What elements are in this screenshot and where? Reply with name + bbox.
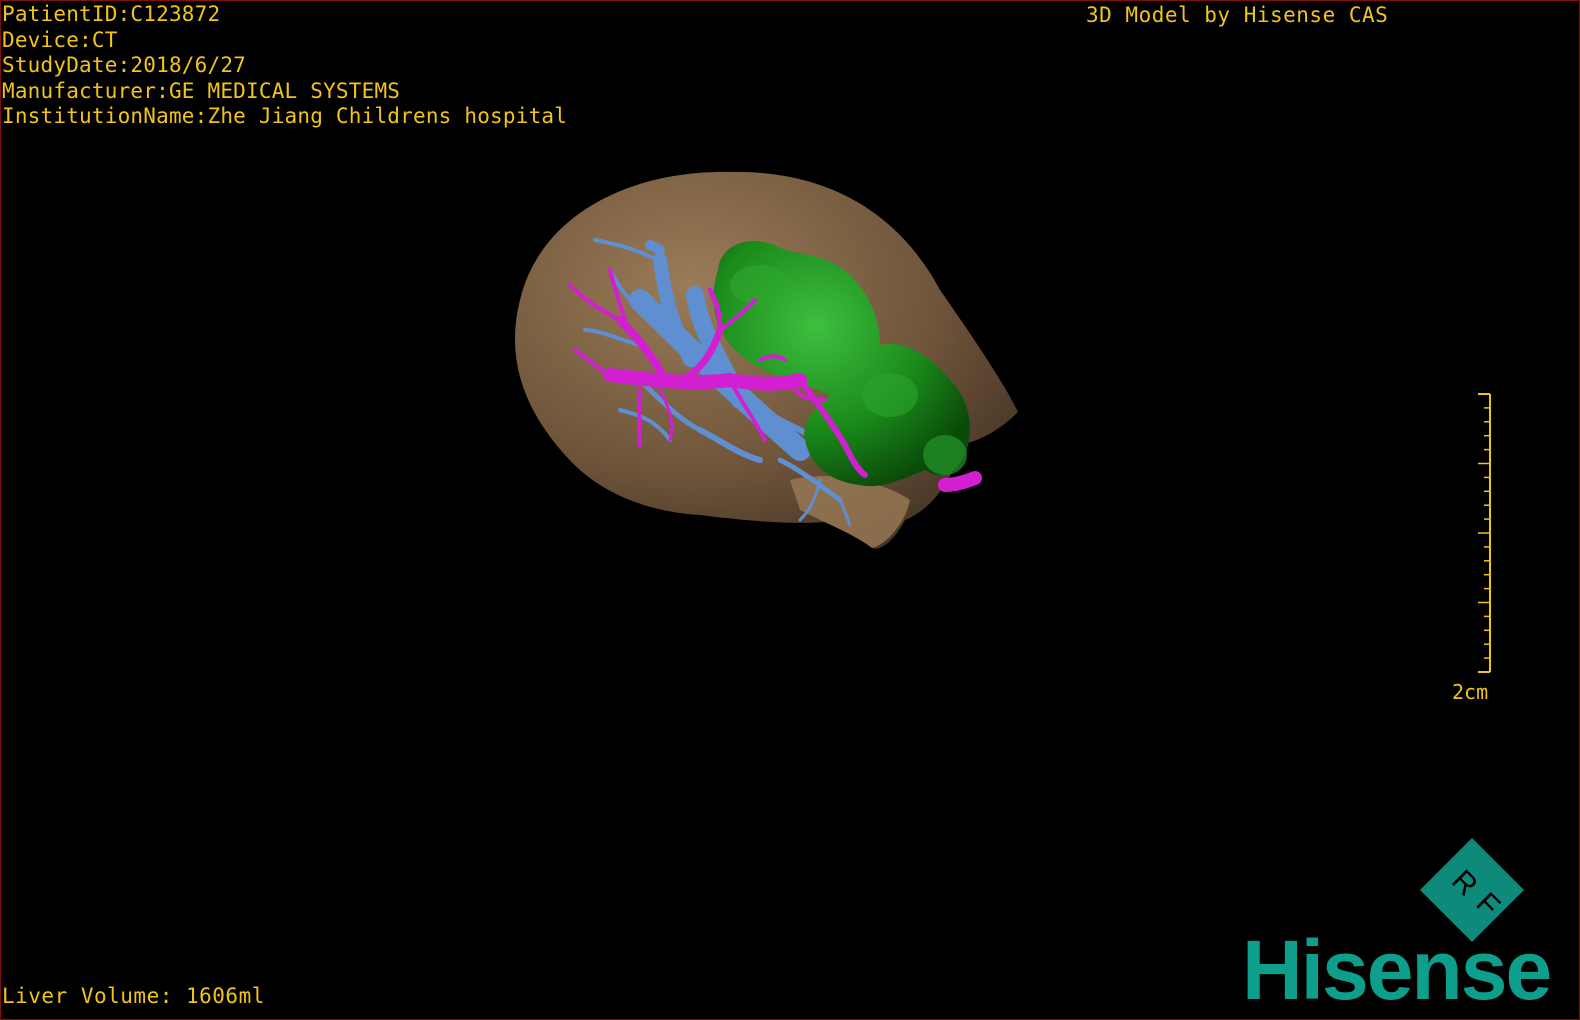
scale-bar [1478,393,1491,673]
3d-model-viewport[interactable] [0,0,1580,1020]
device-text: Device:CT [2,27,118,52]
model-credit-text: 3D Model by Hisense CAS [1086,3,1389,27]
manufacturer-text: Manufacturer:GE MEDICAL SYSTEMS [2,78,401,103]
hisense-logo: Hisense [1242,923,1552,1017]
patient-id-text: PatientID:C123872 [2,2,221,26]
study-date-text: StudyDate:2018/6/27 [2,53,247,77]
institution-text: InstitutionName:Zhe Jiang Childrens hosp… [2,104,568,128]
scale-bar-label: 2cm [1452,680,1489,704]
study-info-overlay: PatientID:C123872 Device:CT StudyDate:20… [2,2,567,130]
liver-volume-text: Liver Volume: 1606ml [2,984,265,1008]
